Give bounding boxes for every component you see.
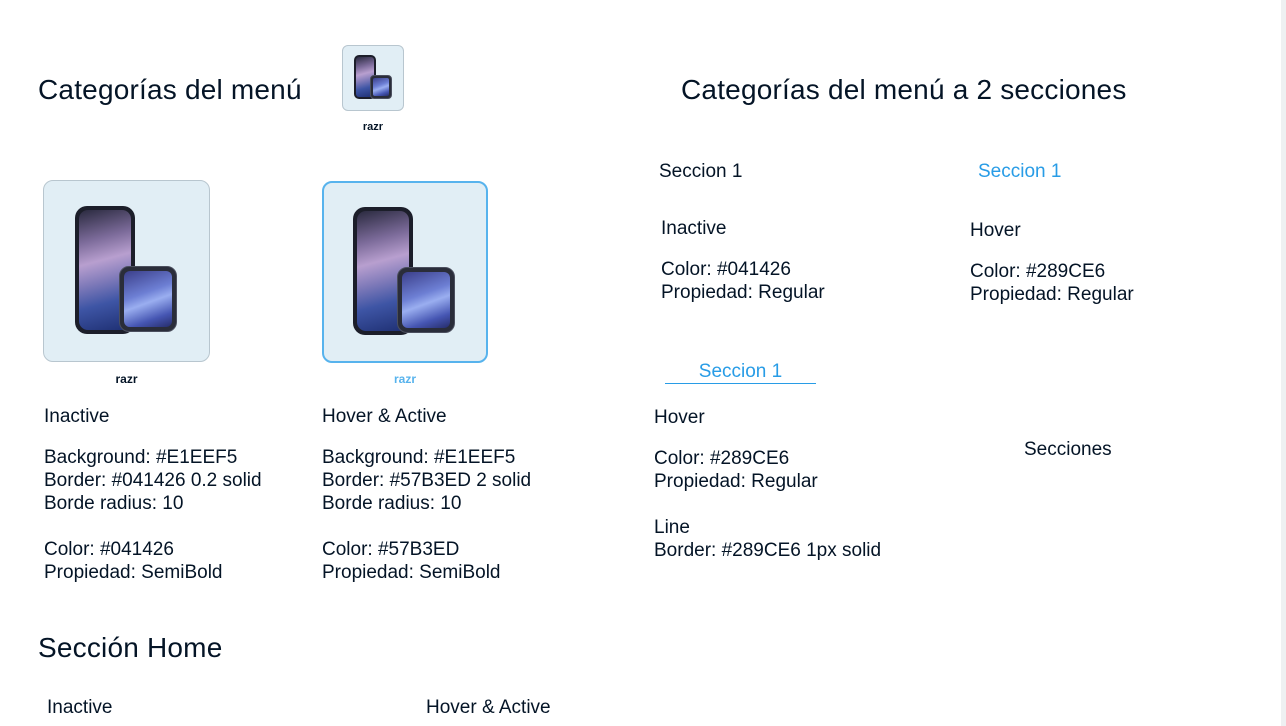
spec-weight: Propiedad: Regular bbox=[661, 282, 825, 303]
spec-color: Color: #041426 bbox=[44, 539, 174, 560]
card-caption-hover: razr bbox=[393, 372, 416, 386]
spec-weight: Propiedad: SemiBold bbox=[322, 562, 501, 583]
category-card-hover[interactable] bbox=[322, 181, 488, 363]
spec-line-label: Line bbox=[654, 517, 690, 538]
spec-border: Border: #57B3ED 2 solid bbox=[322, 470, 532, 491]
spec-color: Color: #289CE6 bbox=[970, 261, 1106, 282]
section-tab-inactive[interactable]: Seccion 1 bbox=[659, 160, 742, 183]
category-card-inactive[interactable] bbox=[43, 180, 210, 362]
spec-background: Background: #E1EEF5 bbox=[44, 447, 238, 468]
spec-weight: Propiedad: Regular bbox=[970, 284, 1134, 305]
page-title-categorias: Categorías del menú bbox=[38, 74, 302, 105]
home-state-hover: Hover & Active bbox=[426, 697, 551, 718]
phone-image-icon bbox=[354, 55, 392, 101]
section-title-home: Sección Home bbox=[38, 632, 223, 663]
section-tab-hover[interactable]: Seccion 1 bbox=[978, 160, 1061, 183]
spec-border: Border: #041426 0.2 solid bbox=[44, 470, 262, 491]
spec-line-border: Border: #289CE6 1px solid bbox=[654, 540, 882, 561]
phone-image-icon bbox=[353, 207, 457, 337]
page-title-secciones: Categorías del menú a 2 secciones bbox=[681, 74, 1127, 105]
thumb-caption: razr bbox=[362, 121, 384, 133]
spec-radius: Borde radius: 10 bbox=[44, 493, 184, 514]
state-label-inactive: Inactive bbox=[661, 218, 727, 239]
home-state-inactive: Inactive bbox=[47, 697, 113, 718]
spec-weight: Propiedad: Regular bbox=[654, 471, 818, 492]
spec-color: Color: #57B3ED bbox=[322, 539, 460, 560]
card-caption-inactive: razr bbox=[115, 372, 138, 386]
spec-weight: Propiedad: SemiBold bbox=[44, 562, 223, 583]
state-label-hover: Hover & Active bbox=[322, 406, 447, 427]
spec-radius: Borde radius: 10 bbox=[322, 493, 462, 514]
scrollbar[interactable] bbox=[1281, 0, 1286, 726]
phone-image-icon bbox=[74, 206, 179, 336]
state-label-inactive: Inactive bbox=[44, 406, 110, 427]
spec-color: Color: #289CE6 bbox=[654, 448, 790, 469]
secciones-label: Secciones bbox=[1024, 439, 1112, 460]
menu-category-thumb[interactable] bbox=[342, 45, 404, 111]
state-label-hover: Hover bbox=[654, 407, 705, 428]
state-label-hover: Hover bbox=[970, 220, 1021, 241]
tab-underline bbox=[665, 383, 816, 384]
spec-background: Background: #E1EEF5 bbox=[322, 447, 516, 468]
spec-color: Color: #041426 bbox=[661, 259, 791, 280]
section-tab-hover-underlined[interactable]: Seccion 1 bbox=[665, 360, 816, 383]
